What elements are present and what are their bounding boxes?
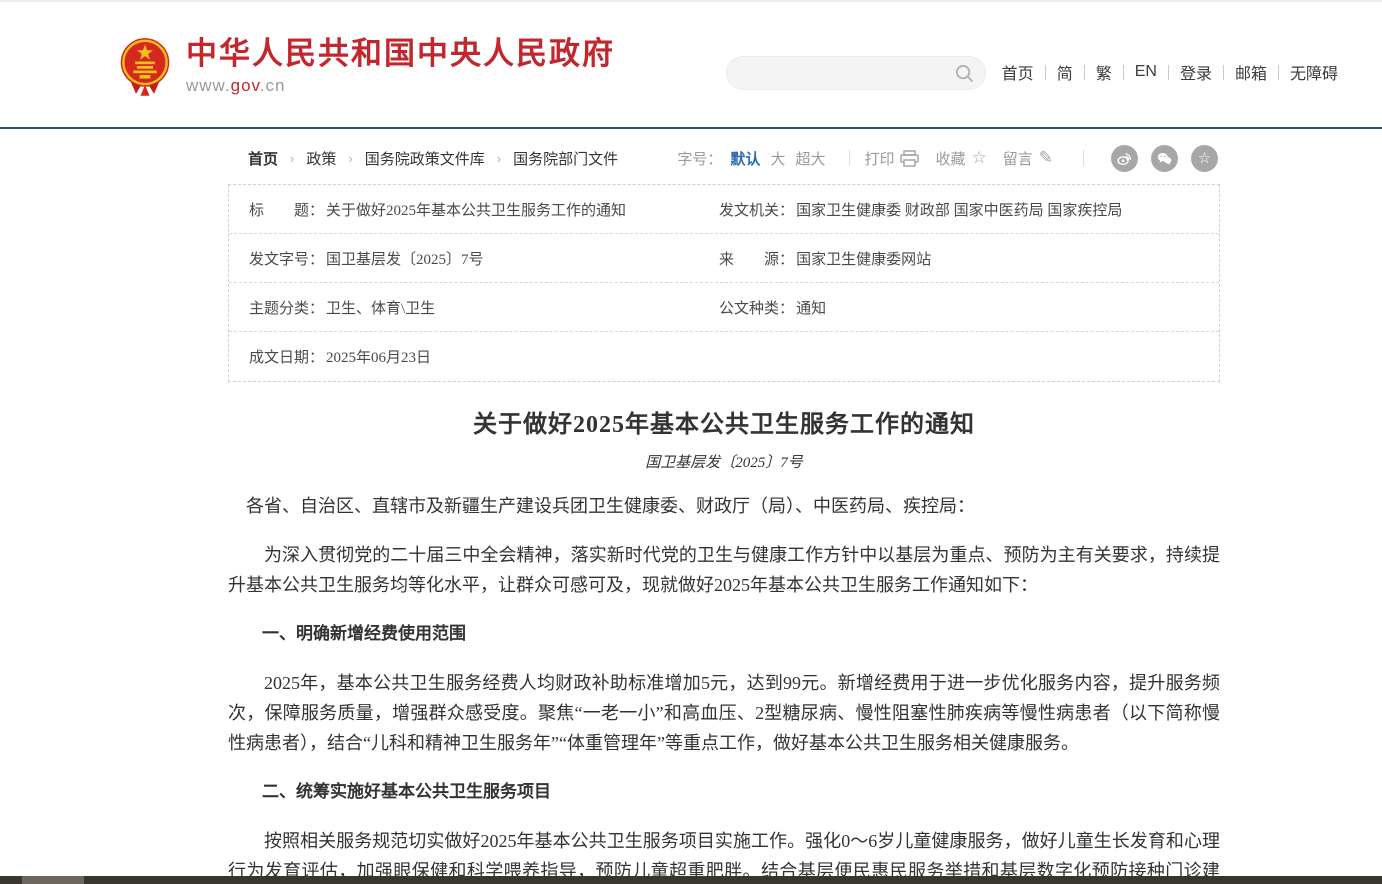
nav-english[interactable]: EN: [1135, 63, 1157, 81]
breadcrumb-department-docs[interactable]: 国务院部门文件: [513, 148, 618, 169]
favorite-label: 收藏: [935, 148, 965, 169]
meta-label: 成文日期：: [249, 346, 324, 367]
search-input[interactable]: [743, 57, 943, 89]
nav-separator: [1045, 65, 1046, 80]
nav-separator: [1223, 65, 1224, 80]
comment-label: 留言: [1003, 148, 1033, 169]
article-addressee: 各省、自治区、直辖市及新疆生产建设兵团卫生健康委、财政厅（局）、中医药局、疾控局…: [228, 491, 1220, 521]
site-url: www.gov.cn: [186, 76, 615, 96]
meta-value: 国家卫生健康委 财政部 国家中医药局 国家疾控局: [796, 199, 1122, 220]
site-title-block: 中华人民共和国中央人民政府 www.gov.cn: [186, 36, 615, 96]
meta-source: 来 源： 国家卫生健康委网站: [719, 248, 1219, 269]
article-paragraph: 为深入贯彻党的二十届三中全会精神，落实新时代党的卫生与健康工作方针中以基层为重点…: [228, 540, 1220, 600]
site-url-gov: gov: [231, 76, 260, 95]
pencil-icon: ✎: [1039, 148, 1053, 168]
meta-title: 标 题： 关于做好2025年基本公共卫生服务工作的通知: [229, 199, 719, 220]
meta-row: 发文字号： 国卫基层发〔2025〕7号 来 源： 国家卫生健康委网站: [229, 234, 1219, 283]
article-title: 关于做好2025年基本公共卫生服务工作的通知: [228, 404, 1220, 439]
site-url-www: www.: [186, 76, 231, 95]
meta-value: 2025年06月23日: [326, 346, 431, 367]
star-icon: ☆: [1198, 151, 1211, 166]
tools-separator: [849, 150, 850, 166]
share-wechat-button[interactable]: [1151, 145, 1178, 172]
meta-topic-category: 主题分类： 卫生、体育\卫生: [229, 297, 719, 318]
content-column: 首页 政策 国务院政策文件库 国务院部门文件 字号： 默认 大 超大 打印: [228, 145, 1220, 884]
meta-row: 标 题： 关于做好2025年基本公共卫生服务工作的通知 发文机关： 国家卫生健康…: [229, 185, 1219, 234]
breadcrumb-home[interactable]: 首页: [248, 148, 278, 169]
meta-doc-type: 公文种类： 通知: [719, 297, 1219, 318]
search-box: [726, 56, 986, 90]
meta-doc-number: 发文字号： 国卫基层发〔2025〕7号: [229, 248, 719, 269]
horizontal-scrollbar[interactable]: [0, 876, 1382, 884]
comment-button[interactable]: 留言 ✎: [1003, 148, 1053, 169]
article-doc-number: 国卫基层发〔2025〕7号: [228, 451, 1220, 472]
font-size-xlarge[interactable]: 超大: [795, 148, 825, 169]
share-weibo-button[interactable]: [1111, 145, 1138, 172]
meta-label: 来 源：: [719, 248, 794, 269]
site-title: 中华人民共和国中央人民政府: [186, 36, 615, 72]
font-size-large[interactable]: 大: [770, 148, 785, 169]
breadcrumb-policy-library[interactable]: 国务院政策文件库: [365, 148, 485, 169]
article-section-heading-2: 二、统筹实施好基本公共卫生服务项目: [228, 777, 1220, 807]
search-icon[interactable]: [954, 63, 975, 84]
meta-issue-date: 成文日期： 2025年06月23日: [229, 346, 719, 367]
meta-value: 国卫基层发〔2025〕7号: [326, 248, 484, 269]
meta-label: 发文机关：: [719, 199, 794, 220]
meta-value: 关于做好2025年基本公共卫生服务工作的通知: [326, 199, 626, 220]
article-body: 各省、自治区、直辖市及新疆生产建设兵团卫生健康委、财政厅（局）、中医药局、疾控局…: [228, 491, 1220, 884]
top-nav: 首页 简 繁 EN 登录 邮箱 无障碍: [1002, 60, 1338, 84]
nav-simplified[interactable]: 简: [1057, 60, 1073, 84]
site-url-cn: .cn: [260, 76, 286, 95]
meta-issuing-agency: 发文机关： 国家卫生健康委 财政部 国家中医药局 国家疾控局: [719, 199, 1219, 220]
header-divider: [0, 127, 1382, 129]
article-paragraph: 2025年，基本公共卫生服务经费人均财政补助标准增加5元，达到99元。新增经费用…: [228, 668, 1220, 758]
printer-icon: [900, 150, 919, 167]
star-icon: ☆: [971, 148, 986, 168]
meta-label: 发文字号：: [249, 248, 324, 269]
print-label: 打印: [864, 148, 894, 169]
nav-separator: [1084, 65, 1085, 80]
meta-label: 主题分类：: [249, 297, 324, 318]
share-group: ☆: [1098, 145, 1218, 172]
favorite-button[interactable]: 收藏 ☆: [935, 148, 986, 169]
wechat-icon: [1156, 150, 1173, 167]
site-header: 中华人民共和国中央人民政府 www.gov.cn 首页 简 繁 EN 登录 邮箱…: [0, 2, 1382, 127]
nav-separator: [1278, 65, 1279, 80]
chevron-right-icon: [290, 151, 294, 166]
meta-label: 公文种类：: [719, 297, 794, 318]
font-size-label: 字号：: [677, 148, 722, 169]
meta-row: 成文日期： 2025年06月23日: [229, 332, 1219, 381]
toolbar-row: 首页 政策 国务院政策文件库 国务院部门文件 字号： 默认 大 超大 打印: [228, 145, 1220, 171]
national-emblem-icon: [118, 36, 172, 96]
breadcrumb: 首页 政策 国务院政策文件库 国务院部门文件: [248, 148, 618, 169]
article-section-heading-1: 一、明确新增经费使用范围: [228, 619, 1220, 649]
print-button[interactable]: 打印: [864, 148, 919, 169]
nav-accessibility[interactable]: 无障碍: [1290, 60, 1338, 84]
page-tools: 字号： 默认 大 超大 打印 收藏 ☆ 留言 ✎: [677, 145, 1218, 172]
article: 关于做好2025年基本公共卫生服务工作的通知 国卫基层发〔2025〕7号 各省、…: [228, 404, 1220, 884]
breadcrumb-policy[interactable]: 政策: [306, 148, 336, 169]
nav-traditional[interactable]: 繁: [1096, 60, 1112, 84]
horizontal-scrollbar-thumb[interactable]: [22, 876, 84, 884]
meta-value: 通知: [796, 297, 826, 318]
weibo-icon: [1116, 150, 1133, 167]
chevron-right-icon: [497, 151, 501, 166]
document-meta-box: 标 题： 关于做好2025年基本公共卫生服务工作的通知 发文机关： 国家卫生健康…: [228, 184, 1220, 382]
nav-home[interactable]: 首页: [1002, 60, 1034, 84]
nav-mail[interactable]: 邮箱: [1235, 60, 1267, 84]
tools-separator: [1083, 150, 1084, 166]
font-size-default[interactable]: 默认: [730, 148, 760, 169]
share-qzone-button[interactable]: ☆: [1191, 145, 1218, 172]
meta-label: 标 题：: [249, 199, 324, 220]
nav-separator: [1168, 65, 1169, 80]
nav-login[interactable]: 登录: [1180, 60, 1212, 84]
site-logo[interactable]: 中华人民共和国中央人民政府 www.gov.cn: [118, 36, 615, 96]
chevron-right-icon: [348, 151, 352, 166]
meta-value: 国家卫生健康委网站: [796, 248, 931, 269]
meta-row: 主题分类： 卫生、体育\卫生 公文种类： 通知: [229, 283, 1219, 332]
nav-separator: [1123, 65, 1124, 80]
meta-value: 卫生、体育\卫生: [326, 297, 435, 318]
